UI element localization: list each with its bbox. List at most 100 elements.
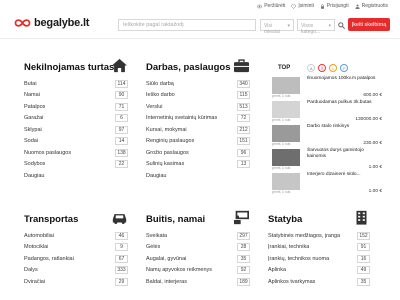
- list-item[interactable]: Patalpos 71: [24, 101, 128, 113]
- item-count: 513: [237, 102, 250, 111]
- top-ad-item[interactable]: Ilnuomojamos 100kv.m patalpos prieš 1 va…: [272, 75, 382, 98]
- top-tab[interactable]: A: [307, 64, 316, 72]
- item-count: 72: [237, 114, 250, 123]
- item-count: 22: [115, 160, 128, 169]
- lock-icon: [320, 3, 324, 9]
- login-label: Prisijungti: [326, 3, 349, 9]
- item-label: Aplinka: [268, 267, 287, 274]
- more-link[interactable]: Daugiau: [24, 170, 128, 182]
- list-item[interactable]: Gėlės 28: [146, 242, 250, 254]
- list-item[interactable]: Aplinkos tvarkymas 35: [268, 276, 370, 288]
- list-item[interactable]: Sveikata 297: [146, 230, 250, 242]
- search-input[interactable]: Ieškokite pagal raktažodį: [118, 19, 256, 31]
- viewed-link[interactable]: Peržiūrėti: [257, 3, 285, 9]
- category-header: Transportas: [24, 210, 128, 226]
- logo-text: begalybe.lt: [34, 17, 90, 29]
- eye-icon: [257, 4, 263, 8]
- item-label: Garažai: [24, 115, 44, 122]
- briefcase-icon: [234, 59, 249, 73]
- category-title[interactable]: Statyba: [268, 214, 302, 225]
- item-count: 189: [237, 277, 250, 286]
- top-ad-item[interactable]: Šarvuotos durys gamintojo kainomis prieš…: [272, 147, 382, 170]
- item-label: Siūlo darbą: [146, 80, 174, 87]
- category-title[interactable]: Transportas: [24, 214, 78, 225]
- item-label: Dviračiai: [24, 278, 46, 285]
- category-title[interactable]: Buitis, namai: [146, 214, 205, 225]
- list-item[interactable]: Grožio paslaugos 96: [146, 147, 250, 159]
- category-list: Sveikata 297 Gėlės 28 Augalai, gyvūnai 35 N…: [146, 230, 250, 288]
- heart-icon: [291, 3, 297, 9]
- category-title[interactable]: Nekilnojamas turtas: [24, 62, 114, 73]
- category-select[interactable]: Visos katego... ▾: [297, 19, 335, 35]
- top-tab[interactable]: P: [340, 64, 349, 72]
- item-label: Sodybos: [24, 161, 46, 168]
- search-button[interactable]: [336, 19, 347, 31]
- list-item[interactable]: Įrankių, technikos nuoma 16: [268, 253, 370, 265]
- search-icon: [338, 21, 345, 29]
- register-link[interactable]: Registruotis: [355, 3, 388, 9]
- top-tab[interactable]: Š: [318, 64, 327, 72]
- search-placeholder: Ieškokite pagal raktažodį: [123, 22, 184, 28]
- top-ad-item[interactable]: Darbo stalo rinkinys prieš 1 val. 230.00…: [272, 123, 382, 146]
- list-item[interactable]: Dviračiai 29: [24, 276, 128, 288]
- more-link[interactable]: Daugiau: [146, 170, 250, 182]
- category-title[interactable]: Darbas, paslaugos: [146, 62, 230, 73]
- item-count: 151: [237, 137, 250, 146]
- item-count: 297: [237, 231, 250, 240]
- list-item[interactable]: Sklypai 97: [24, 124, 128, 136]
- list-item[interactable]: Sodai 14: [24, 136, 128, 148]
- list-item[interactable]: Namai 90: [24, 90, 128, 102]
- list-item[interactable]: Aplinka 49: [268, 265, 370, 277]
- list-item[interactable]: Padangos, ratlankiai 67: [24, 253, 128, 265]
- list-item[interactable]: Internetinių svetainių kūrimas 72: [146, 113, 250, 125]
- list-item[interactable]: Įrankiai, technika 91: [268, 242, 370, 254]
- item-count: 16: [357, 254, 370, 263]
- item-count: 14: [115, 137, 128, 146]
- house-icon: [112, 58, 127, 73]
- chevron-down-icon: ▾: [287, 23, 290, 29]
- item-label: Padangos, ratlankiai: [24, 255, 74, 262]
- list-item[interactable]: Butai 114: [24, 78, 128, 90]
- item-label: Dalys: [24, 267, 38, 274]
- list-item[interactable]: Namų apyvokos reikmenys 92: [146, 265, 250, 277]
- ad-title: Parduodamas pulkus 3k.butas: [307, 100, 372, 105]
- item-count: 13: [237, 160, 250, 169]
- list-item[interactable]: Statybinės medžiagos, įranga 152: [268, 230, 370, 242]
- site-logo[interactable]: begalybe.lt: [14, 17, 89, 29]
- ad-thumbnail: [272, 173, 300, 190]
- remembered-label: Įsiminti: [298, 3, 314, 9]
- list-item[interactable]: Automobiliai 46: [24, 230, 128, 242]
- item-count: 138: [115, 148, 128, 157]
- list-item[interactable]: Kursai, mokymai 212: [146, 124, 250, 136]
- list-item[interactable]: Sodybos 22: [24, 159, 128, 171]
- remembered-link[interactable]: Įsiminti: [291, 3, 314, 9]
- item-label: Įrankiai, technika: [268, 244, 310, 251]
- item-count: 71: [115, 102, 128, 111]
- list-item[interactable]: Augalai, gyvūnai 35: [146, 253, 250, 265]
- top-ad-item[interactable]: Parduodamas pulkus 3k.butas prieš 1 val.…: [272, 99, 382, 122]
- item-label: Verslui: [146, 103, 163, 110]
- list-item[interactable]: Verslui 513: [146, 101, 250, 113]
- list-item[interactable]: Garažai 6: [24, 113, 128, 125]
- category-jobs-services: Darbas, paslaugos Siūlo darbą 340 Ieško d…: [146, 58, 250, 182]
- top-tab[interactable]: V: [329, 64, 338, 72]
- ad-price: 130000.00 €: [355, 117, 382, 122]
- category-header: Statyba: [268, 210, 370, 226]
- list-item[interactable]: Šulinių kasimas 13: [146, 159, 250, 171]
- list-item[interactable]: Renginių paslaugos 151: [146, 136, 250, 148]
- item-count: 90: [115, 91, 128, 100]
- list-item[interactable]: Motociklai 9: [24, 242, 128, 254]
- list-item[interactable]: Dalys 333: [24, 265, 128, 277]
- item-count: 115: [237, 91, 250, 100]
- item-count: 97: [115, 125, 128, 134]
- login-link[interactable]: Prisijungti: [320, 3, 349, 9]
- list-item[interactable]: Baldai, interjeras 189: [146, 276, 250, 288]
- list-item[interactable]: Ieško darbo 115: [146, 90, 250, 102]
- item-label: Nuomos paslaugos: [24, 149, 72, 156]
- region-select[interactable]: Visi miestai ▾: [260, 19, 294, 35]
- item-count: 35: [237, 254, 250, 263]
- top-ad-item[interactable]: Interjero dizainerė siūlo... prieš 1 val…: [272, 171, 382, 194]
- list-item[interactable]: Siūlo darbą 340: [146, 78, 250, 90]
- post-ad-button[interactable]: Įkelti skelbimą: [348, 18, 390, 31]
- list-item[interactable]: Nuomos paslaugos 138: [24, 147, 128, 159]
